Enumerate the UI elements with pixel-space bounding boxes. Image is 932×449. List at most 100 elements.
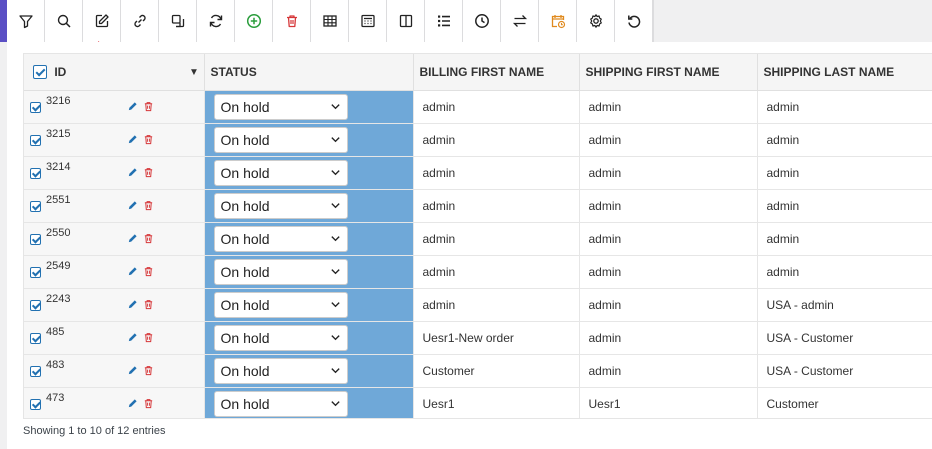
accent-bar (0, 0, 7, 42)
billing-first-name-cell[interactable]: admin (413, 288, 580, 322)
delete-button[interactable] (273, 0, 311, 42)
shipping-last-name-cell[interactable]: Customer (757, 387, 932, 418)
shipping-last-name-cell[interactable]: admin (757, 222, 932, 256)
trash-icon[interactable] (143, 299, 154, 310)
settings-button[interactable] (577, 0, 615, 42)
trash-icon[interactable] (143, 398, 154, 409)
search-button[interactable] (45, 0, 83, 42)
shipping-last-name-cell[interactable]: admin (757, 156, 932, 190)
pencil-icon[interactable] (127, 398, 138, 409)
refresh-button[interactable] (197, 0, 235, 42)
status-select[interactable]: On hold (213, 291, 348, 318)
billing-first-name-cell[interactable]: admin (413, 222, 580, 256)
shipping-first-name-cell[interactable]: admin (579, 222, 758, 256)
header-billing-first-name[interactable]: BILLING FIRST NAME (413, 54, 580, 91)
swap-button[interactable] (501, 0, 539, 42)
status-cell: On hold (204, 90, 414, 124)
status-value: On hold (220, 395, 270, 412)
row-checkbox[interactable] (30, 101, 41, 113)
pencil-icon[interactable] (127, 167, 138, 178)
shipping-first-name-cell[interactable]: Uesr1 (579, 387, 758, 418)
list-button[interactable] (425, 0, 463, 42)
shipping-last-name-cell[interactable]: USA - Customer (757, 321, 932, 355)
pencil-icon[interactable] (127, 332, 138, 343)
row-checkbox[interactable] (30, 167, 41, 179)
status-select[interactable]: On hold (213, 192, 348, 219)
row-checkbox[interactable] (30, 299, 41, 311)
shipping-first-name-cell[interactable]: admin (579, 321, 758, 355)
shipping-last-name-cell[interactable]: USA - Customer (757, 354, 932, 388)
shipping-last-name-cell[interactable]: admin (757, 123, 932, 157)
trash-icon[interactable] (143, 332, 154, 343)
schedule-button[interactable] (539, 0, 577, 42)
undo-button[interactable] (615, 0, 653, 42)
table-view-button[interactable] (311, 0, 349, 42)
orders-table: ID ▼ STATUS BILLING FIRST NAME SHIPPING … (23, 53, 932, 419)
trash-icon[interactable] (143, 134, 154, 145)
row-checkbox[interactable] (30, 398, 41, 410)
row-checkbox[interactable] (30, 332, 41, 344)
status-select[interactable]: On hold (213, 225, 348, 252)
edit-button[interactable] (83, 0, 121, 42)
trash-icon[interactable] (143, 266, 154, 277)
row-checkbox[interactable] (30, 365, 41, 377)
shipping-first-name-cell[interactable]: admin (579, 90, 758, 124)
filter-button[interactable] (7, 0, 45, 42)
trash-icon[interactable] (143, 200, 154, 211)
shipping-last-name-cell[interactable]: admin (757, 90, 932, 124)
duplicate-button[interactable] (159, 0, 197, 42)
pencil-icon[interactable] (127, 365, 138, 376)
table-row: 473 On hold Uesr1 Uesr1 Customer (24, 387, 932, 418)
billing-first-name-cell[interactable]: admin (413, 189, 580, 223)
header-status[interactable]: STATUS (204, 54, 414, 91)
billing-first-name-cell[interactable]: Uesr1 (413, 387, 580, 418)
status-select[interactable]: On hold (213, 126, 348, 153)
status-select[interactable]: On hold (213, 324, 348, 351)
shipping-last-name-cell[interactable]: USA - admin (757, 288, 932, 322)
billing-first-name-cell[interactable]: admin (413, 156, 580, 190)
sort-down-icon[interactable]: ▼ (189, 67, 199, 78)
row-checkbox[interactable] (30, 134, 41, 146)
trash-icon[interactable] (143, 233, 154, 244)
add-button[interactable] (235, 0, 273, 42)
pencil-icon[interactable] (127, 266, 138, 277)
select-all-checkbox[interactable] (33, 65, 47, 80)
header-shipping-first-name[interactable]: SHIPPING FIRST NAME (579, 54, 758, 91)
shipping-last-name-cell[interactable]: admin (757, 189, 932, 223)
history-button[interactable] (463, 0, 501, 42)
billing-first-name-cell[interactable]: Uesr1-New order (413, 321, 580, 355)
pencil-icon[interactable] (127, 134, 138, 145)
id-cell: 2551 (24, 189, 205, 223)
status-select[interactable]: On hold (213, 159, 348, 186)
columns-button[interactable] (387, 0, 425, 42)
row-checkbox[interactable] (30, 266, 41, 278)
pencil-icon[interactable] (127, 200, 138, 211)
billing-first-name-cell[interactable]: admin (413, 255, 580, 289)
trash-icon[interactable] (143, 101, 154, 112)
status-select[interactable]: On hold (213, 258, 348, 285)
row-checkbox[interactable] (30, 233, 41, 245)
header-shipping-last-name[interactable]: SHIPPING LAST NAME (757, 54, 932, 91)
status-cell: On hold (204, 354, 414, 388)
billing-first-name-cell[interactable]: admin (413, 123, 580, 157)
pencil-icon[interactable] (127, 233, 138, 244)
billing-first-name-cell[interactable]: Customer (413, 354, 580, 388)
status-select[interactable]: On hold (213, 93, 348, 120)
shipping-first-name-cell[interactable]: admin (579, 156, 758, 190)
shipping-first-name-cell[interactable]: admin (579, 354, 758, 388)
row-checkbox[interactable] (30, 200, 41, 212)
link-button[interactable] (121, 0, 159, 42)
trash-icon[interactable] (143, 365, 154, 376)
shipping-first-name-cell[interactable]: admin (579, 189, 758, 223)
shipping-first-name-cell[interactable]: admin (579, 288, 758, 322)
trash-icon[interactable] (143, 167, 154, 178)
status-select[interactable]: On hold (213, 390, 348, 417)
billing-first-name-cell[interactable]: admin (413, 90, 580, 124)
calculator-button[interactable] (349, 0, 387, 42)
pencil-icon[interactable] (127, 299, 138, 310)
status-select[interactable]: On hold (213, 357, 348, 384)
pencil-icon[interactable] (127, 101, 138, 112)
shipping-last-name-cell[interactable]: admin (757, 255, 932, 289)
shipping-first-name-cell[interactable]: admin (579, 255, 758, 289)
shipping-first-name-cell[interactable]: admin (579, 123, 758, 157)
